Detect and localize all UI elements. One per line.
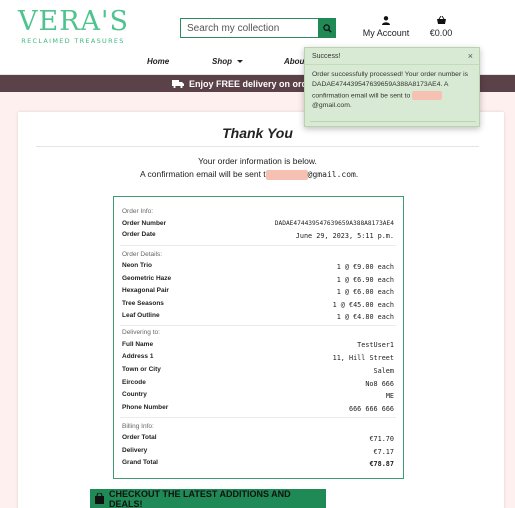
delivery-field-label: Address 1 xyxy=(122,353,154,360)
search-input[interactable] xyxy=(180,18,318,38)
nav-shop-label: Shop xyxy=(212,57,232,66)
delivering-heading: Delivering to: xyxy=(122,329,160,336)
section-divider xyxy=(120,417,396,418)
bag-total: €0.00 xyxy=(429,28,453,38)
order-number-label: Order Number xyxy=(122,220,167,227)
grand-total-value: €78.87 xyxy=(369,460,394,468)
billing-field-label: Delivery xyxy=(122,447,148,454)
toast-footer-divider xyxy=(310,121,476,122)
title-divider xyxy=(36,146,479,147)
redacted-email-name xyxy=(265,169,308,180)
order-info-heading: Order Info: xyxy=(122,208,154,215)
search-icon xyxy=(322,23,332,33)
basket-icon xyxy=(424,15,458,26)
nav-shop[interactable]: Shop xyxy=(212,57,244,66)
delivery-field-label: Country xyxy=(122,391,147,398)
item-name: Tree Seasons xyxy=(122,300,164,307)
item-qty-price: 1 @ €6.00 each xyxy=(336,288,394,296)
caret-down-icon xyxy=(237,60,244,64)
order-number-value: DADAE474439547639659A388A8173AE4 xyxy=(274,220,394,227)
search-form xyxy=(180,18,336,38)
success-toast: Success! × Order successfully processed!… xyxy=(304,47,480,127)
delivery-field-label: Phone Number xyxy=(122,404,169,411)
delivery-banner-text: Enjoy FREE delivery on orders xyxy=(189,78,321,89)
delivery-field-value: TestUser1 xyxy=(357,341,394,349)
item-name: Leaf Outline xyxy=(122,312,160,319)
redacted-email-name xyxy=(412,90,443,100)
email-domain: @gmail.com xyxy=(307,170,356,179)
confirmation-email-notice: A confirmation email will be sent t @gmai… xyxy=(140,169,358,180)
order-details-heading: Order Details: xyxy=(122,251,163,258)
item-qty-price: 1 @ €6.90 each xyxy=(336,276,394,284)
nav-home[interactable]: Home xyxy=(147,57,169,66)
user-icon xyxy=(358,16,414,26)
item-name: Neon Trio xyxy=(122,262,152,269)
page-title: Thank You xyxy=(222,125,293,141)
confirmation-period: . xyxy=(355,169,359,179)
delivery-field-value: 11, Hill Street xyxy=(332,354,394,362)
grand-total-label: Grand Total xyxy=(122,459,158,466)
delivery-field-value: No8 666 xyxy=(365,380,394,388)
delivery-field-label: Full Name xyxy=(122,341,154,348)
delivery-field-value: 666 666 666 xyxy=(348,405,394,413)
billing-heading: Billing Info: xyxy=(122,423,154,430)
order-date-value: June 29, 2023, 5:11 p.m. xyxy=(295,232,394,240)
logo-sub-text: RECLAIMED TREASURES xyxy=(21,37,125,45)
toast-message: Order successfully processed! Your order… xyxy=(312,70,476,111)
confirmation-text: A confirmation email will be sent t xyxy=(140,169,266,179)
logo-main-text: VERA'S xyxy=(18,6,129,37)
delivery-field-value: ME xyxy=(385,392,394,400)
latest-deals-button[interactable]: CHECKOUT THE LATEST ADDITIONS AND DEALS! xyxy=(90,489,326,508)
my-account-label: My Account xyxy=(362,28,410,38)
delivery-field-label: Town or City xyxy=(122,366,161,373)
search-button[interactable] xyxy=(318,18,336,38)
close-icon[interactable]: × xyxy=(468,51,473,61)
latest-deals-label: CHECKOUT THE LATEST ADDITIONS AND DEALS! xyxy=(109,488,291,508)
billing-field-value: €7.17 xyxy=(373,448,394,456)
site-header: VERA'S RECLAIMED TREASURES My Account €0… xyxy=(0,0,515,50)
item-qty-price: 1 @ €4.80 each xyxy=(336,313,394,321)
section-divider xyxy=(120,245,396,246)
my-account-link[interactable]: My Account xyxy=(358,16,414,38)
site-logo[interactable]: VERA'S RECLAIMED TREASURES xyxy=(18,6,129,46)
order-info-intro: Your order information is below. xyxy=(198,156,317,166)
toast-title: Success! xyxy=(312,53,341,60)
toast-email-domain: @gmail.com. xyxy=(312,102,352,110)
shopping-bag-link[interactable]: €0.00 xyxy=(424,15,458,38)
truck-icon xyxy=(172,79,184,88)
toast-message-text: Order successfully processed! Your order… xyxy=(312,71,469,99)
order-date-label: Order Date xyxy=(122,231,156,238)
section-divider xyxy=(120,325,396,326)
item-name: Hexagonal Pair xyxy=(122,287,169,294)
toast-header: Success! xyxy=(305,48,479,65)
shopping-bag-icon xyxy=(94,493,105,504)
delivery-field-value: Salem xyxy=(373,367,394,375)
item-name: Geometric Haze xyxy=(122,275,172,282)
billing-field-label: Order Total xyxy=(122,434,157,441)
delivery-field-label: Eircode xyxy=(122,379,146,386)
item-qty-price: 1 @ €45.00 each xyxy=(332,301,394,309)
billing-field-value: €71.70 xyxy=(369,435,394,443)
item-qty-price: 1 @ €9.00 each xyxy=(336,263,394,271)
